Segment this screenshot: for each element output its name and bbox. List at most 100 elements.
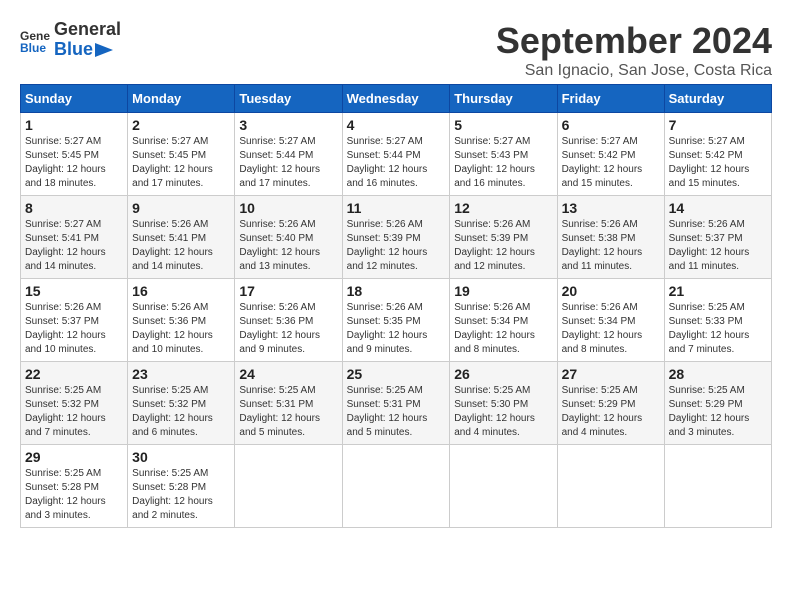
logo-icon: General Blue — [20, 25, 50, 55]
table-row — [450, 445, 557, 528]
table-row: 14 Sunrise: 5:26 AM Sunset: 5:37 PM Dayli… — [664, 196, 771, 279]
day-info: Sunrise: 5:25 AM Sunset: 5:30 PM Dayligh… — [454, 384, 552, 440]
day-info: Sunrise: 5:26 AM Sunset: 5:37 PM Dayligh… — [25, 301, 123, 357]
day-info: Sunrise: 5:26 AM Sunset: 5:37 PM Dayligh… — [669, 218, 767, 274]
day-info: Sunrise: 5:25 AM Sunset: 5:31 PM Dayligh… — [239, 384, 337, 440]
table-row: 30 Sunrise: 5:25 AM Sunset: 5:28 PM Dayli… — [128, 445, 235, 528]
day-number: 5 — [454, 117, 552, 133]
day-info: Sunrise: 5:26 AM Sunset: 5:41 PM Dayligh… — [132, 218, 230, 274]
day-number: 4 — [347, 117, 446, 133]
day-info: Sunrise: 5:27 AM Sunset: 5:41 PM Dayligh… — [25, 218, 123, 274]
logo-blue-text: Blue — [54, 40, 121, 60]
table-row — [342, 445, 450, 528]
day-info: Sunrise: 5:27 AM Sunset: 5:45 PM Dayligh… — [25, 135, 123, 191]
day-number: 18 — [347, 283, 446, 299]
col-wednesday: Wednesday — [342, 85, 450, 113]
day-number: 22 — [25, 366, 123, 382]
day-number: 20 — [562, 283, 660, 299]
day-number: 16 — [132, 283, 230, 299]
col-thursday: Thursday — [450, 85, 557, 113]
day-info: Sunrise: 5:26 AM Sunset: 5:34 PM Dayligh… — [454, 301, 552, 357]
calendar-table: Sunday Monday Tuesday Wednesday Thursday… — [20, 84, 772, 528]
table-row: 17Sunrise: 5:26 AM Sunset: 5:36 PM Dayli… — [235, 279, 342, 362]
col-friday: Friday — [557, 85, 664, 113]
day-number: 10 — [239, 200, 337, 216]
day-number: 28 — [669, 366, 767, 382]
svg-text:Blue: Blue — [20, 41, 46, 55]
table-row: 7 Sunrise: 5:27 AM Sunset: 5:42 PM Daylig… — [664, 113, 771, 196]
day-info: Sunrise: 5:25 AM Sunset: 5:31 PM Dayligh… — [347, 384, 446, 440]
day-info: Sunrise: 5:27 AM Sunset: 5:44 PM Dayligh… — [347, 135, 446, 191]
table-row: 22 Sunrise: 5:25 AM Sunset: 5:32 PM Dayli… — [21, 362, 128, 445]
day-number: 12 — [454, 200, 552, 216]
table-row: 28 Sunrise: 5:25 AM Sunset: 5:29 PM Dayli… — [664, 362, 771, 445]
month-title: September 2024 — [496, 20, 772, 62]
day-number: 29 — [25, 449, 123, 465]
table-row: 5Sunrise: 5:27 AM Sunset: 5:43 PM Daylig… — [450, 113, 557, 196]
day-number: 27 — [562, 366, 660, 382]
day-number: 11 — [347, 200, 446, 216]
day-info: Sunrise: 5:25 AM Sunset: 5:28 PM Dayligh… — [132, 467, 230, 523]
table-row: 21 Sunrise: 5:25 AM Sunset: 5:33 PM Dayli… — [664, 279, 771, 362]
calendar-header-row: Sunday Monday Tuesday Wednesday Thursday… — [21, 85, 772, 113]
day-number: 13 — [562, 200, 660, 216]
day-number: 1 — [25, 117, 123, 133]
day-info: Sunrise: 5:26 AM Sunset: 5:34 PM Dayligh… — [562, 301, 660, 357]
table-row: 16 Sunrise: 5:26 AM Sunset: 5:36 PM Dayli… — [128, 279, 235, 362]
day-info: Sunrise: 5:26 AM Sunset: 5:35 PM Dayligh… — [347, 301, 446, 357]
day-info: Sunrise: 5:27 AM Sunset: 5:42 PM Dayligh… — [669, 135, 767, 191]
table-row: 4 Sunrise: 5:27 AM Sunset: 5:44 PM Daylig… — [342, 113, 450, 196]
location-title: San Ignacio, San Jose, Costa Rica — [496, 62, 772, 80]
day-info: Sunrise: 5:25 AM Sunset: 5:33 PM Dayligh… — [669, 301, 767, 357]
table-row: 27Sunrise: 5:25 AM Sunset: 5:29 PM Dayli… — [557, 362, 664, 445]
day-number: 3 — [239, 117, 337, 133]
day-number: 21 — [669, 283, 767, 299]
table-row: 18 Sunrise: 5:26 AM Sunset: 5:35 PM Dayli… — [342, 279, 450, 362]
calendar-week-4: 22 Sunrise: 5:25 AM Sunset: 5:32 PM Dayli… — [21, 362, 772, 445]
day-number: 15 — [25, 283, 123, 299]
day-number: 14 — [669, 200, 767, 216]
day-number: 30 — [132, 449, 230, 465]
col-sunday: Sunday — [21, 85, 128, 113]
day-number: 26 — [454, 366, 552, 382]
table-row: 23Sunrise: 5:25 AM Sunset: 5:32 PM Dayli… — [128, 362, 235, 445]
table-row: 3Sunrise: 5:27 AM Sunset: 5:44 PM Daylig… — [235, 113, 342, 196]
col-saturday: Saturday — [664, 85, 771, 113]
day-number: 6 — [562, 117, 660, 133]
table-row: 6Sunrise: 5:27 AM Sunset: 5:42 PM Daylig… — [557, 113, 664, 196]
col-monday: Monday — [128, 85, 235, 113]
day-number: 25 — [347, 366, 446, 382]
day-number: 19 — [454, 283, 552, 299]
day-info: Sunrise: 5:26 AM Sunset: 5:40 PM Dayligh… — [239, 218, 337, 274]
day-number: 17 — [239, 283, 337, 299]
day-number: 24 — [239, 366, 337, 382]
calendar-week-5: 29 Sunrise: 5:25 AM Sunset: 5:28 PM Dayli… — [21, 445, 772, 528]
calendar-week-2: 8 Sunrise: 5:27 AM Sunset: 5:41 PM Daylig… — [21, 196, 772, 279]
day-number: 2 — [132, 117, 230, 133]
table-row — [557, 445, 664, 528]
day-info: Sunrise: 5:26 AM Sunset: 5:39 PM Dayligh… — [454, 218, 552, 274]
table-row: 8 Sunrise: 5:27 AM Sunset: 5:41 PM Daylig… — [21, 196, 128, 279]
day-info: Sunrise: 5:27 AM Sunset: 5:45 PM Dayligh… — [132, 135, 230, 191]
day-info: Sunrise: 5:26 AM Sunset: 5:36 PM Dayligh… — [132, 301, 230, 357]
day-number: 7 — [669, 117, 767, 133]
calendar-week-1: 1 Sunrise: 5:27 AM Sunset: 5:45 PM Daylig… — [21, 113, 772, 196]
title-block: September 2024 San Ignacio, San Jose, Co… — [496, 20, 772, 80]
day-info: Sunrise: 5:26 AM Sunset: 5:38 PM Dayligh… — [562, 218, 660, 274]
table-row: 2 Sunrise: 5:27 AM Sunset: 5:45 PM Daylig… — [128, 113, 235, 196]
day-number: 9 — [132, 200, 230, 216]
day-number: 8 — [25, 200, 123, 216]
table-row: 20 Sunrise: 5:26 AM Sunset: 5:34 PM Dayli… — [557, 279, 664, 362]
table-row: 15 Sunrise: 5:26 AM Sunset: 5:37 PM Dayli… — [21, 279, 128, 362]
table-row: 19 Sunrise: 5:26 AM Sunset: 5:34 PM Dayli… — [450, 279, 557, 362]
table-row: 26 Sunrise: 5:25 AM Sunset: 5:30 PM Dayli… — [450, 362, 557, 445]
day-info: Sunrise: 5:25 AM Sunset: 5:32 PM Dayligh… — [25, 384, 123, 440]
table-row: 29 Sunrise: 5:25 AM Sunset: 5:28 PM Dayli… — [21, 445, 128, 528]
table-row: 9 Sunrise: 5:26 AM Sunset: 5:41 PM Daylig… — [128, 196, 235, 279]
day-info: Sunrise: 5:25 AM Sunset: 5:29 PM Dayligh… — [669, 384, 767, 440]
logo: General Blue General Blue — [20, 20, 121, 60]
table-row: 11 Sunrise: 5:26 AM Sunset: 5:39 PM Dayli… — [342, 196, 450, 279]
logo-general-text: General — [54, 20, 121, 40]
day-info: Sunrise: 5:25 AM Sunset: 5:28 PM Dayligh… — [25, 467, 123, 523]
day-info: Sunrise: 5:26 AM Sunset: 5:39 PM Dayligh… — [347, 218, 446, 274]
